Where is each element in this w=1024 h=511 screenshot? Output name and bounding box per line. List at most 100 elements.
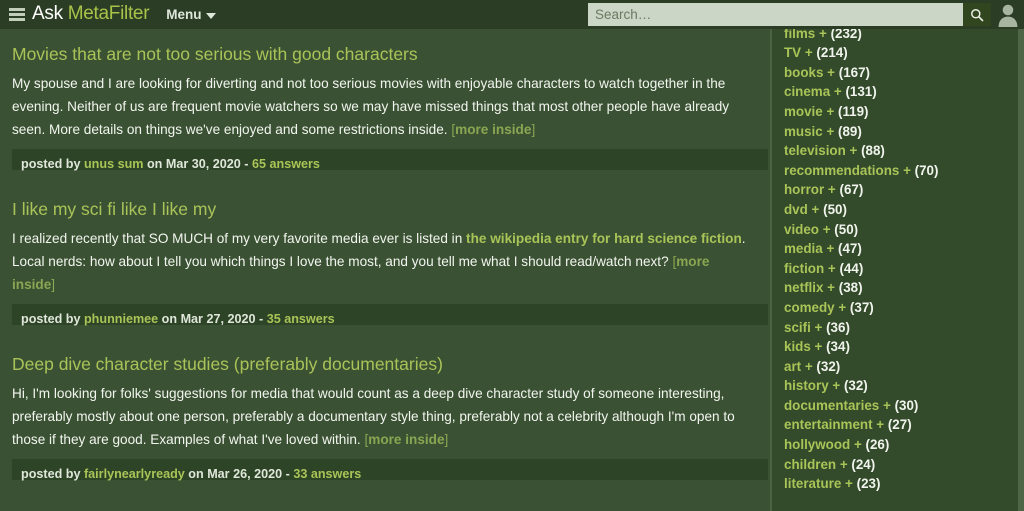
post-inline-link[interactable]: the wikipedia entry for hard science fic… <box>466 231 742 246</box>
tag-add-icon[interactable]: + <box>823 222 831 237</box>
posted-on-label: on <box>184 467 208 481</box>
site-logo[interactable]: Ask MetaFilter <box>32 3 150 25</box>
tag-link[interactable]: documentaries <box>784 398 879 413</box>
tag-link[interactable]: hollywood <box>784 437 850 452</box>
search-input[interactable] <box>588 3 963 26</box>
tag-link[interactable]: scifi <box>784 320 811 335</box>
tag-add-icon[interactable]: + <box>812 202 820 217</box>
tag-add-icon[interactable]: + <box>826 104 834 119</box>
tag-link[interactable]: cinema <box>784 84 830 99</box>
menu-button[interactable]: Menu <box>166 7 217 22</box>
tag-add-icon[interactable]: + <box>840 457 848 472</box>
tag-sidebar: resolved + (405)films + (232)TV + (214)b… <box>772 0 1018 511</box>
tag-count: (24) <box>851 456 876 472</box>
post-title-link[interactable]: Deep dive character studies (preferably … <box>10 339 756 382</box>
tag-count: (37) <box>849 299 874 315</box>
tag-add-icon[interactable]: + <box>828 261 836 276</box>
tag-add-icon[interactable]: + <box>850 143 858 158</box>
tag-add-icon[interactable]: + <box>827 280 835 295</box>
tag-item-literature: literature + (23) <box>782 474 1018 494</box>
tag-item-music: music + (89) <box>782 122 1018 142</box>
site-header: Ask MetaFilter Menu <box>0 0 1024 29</box>
tag-link[interactable]: TV <box>784 45 801 60</box>
tag-add-icon[interactable]: + <box>815 320 823 335</box>
tag-item-netflix: netflix + (38) <box>782 278 1018 298</box>
tag-link[interactable]: video <box>784 222 819 237</box>
tag-add-icon[interactable]: + <box>815 339 823 354</box>
post-summary-text: My spouse and I are looking for divertin… <box>12 76 730 137</box>
post-author-link[interactable]: fairlynearlyready <box>84 467 185 481</box>
more-inside-link[interactable]: more inside <box>368 432 444 447</box>
post-title-link[interactable]: Movies that are not too serious with goo… <box>10 29 756 72</box>
column-divider <box>770 29 772 511</box>
tag-link[interactable]: history <box>784 378 829 393</box>
tag-link[interactable]: comedy <box>784 300 835 315</box>
tag-add-icon[interactable]: + <box>903 163 911 178</box>
posted-by-label: posted by <box>21 157 84 171</box>
posted-on-label: on <box>158 312 181 326</box>
tag-link[interactable]: kids <box>784 339 811 354</box>
tag-item-horror: horror + (67) <box>782 180 1018 200</box>
hamburger-icon[interactable] <box>9 8 25 21</box>
tag-item-recommendations: recommendations + (70) <box>782 161 1018 181</box>
tag-add-icon[interactable]: + <box>838 300 846 315</box>
tag-count: (32) <box>816 358 841 374</box>
tag-add-icon[interactable]: + <box>826 124 834 139</box>
tag-add-icon[interactable]: + <box>827 65 835 80</box>
menu-button-label: Menu <box>166 7 202 22</box>
post-author-link[interactable]: unus sum <box>84 157 143 171</box>
post-meta-bar: posted by phunniemee on Mar 27, 2020 - 3… <box>12 304 768 326</box>
tag-count: (119) <box>838 103 869 119</box>
post-answers-link[interactable]: 35 answers <box>267 312 335 326</box>
post-author-link[interactable]: phunniemee <box>84 312 158 326</box>
tag-add-icon[interactable]: + <box>883 398 891 413</box>
post-summary: Hi, I'm looking for folks' suggestions f… <box>10 382 756 451</box>
tag-link[interactable]: art <box>784 359 801 374</box>
tag-link[interactable]: fiction <box>784 261 824 276</box>
chevron-down-icon <box>206 12 217 19</box>
post-item: Movies that are not too serious with goo… <box>0 29 770 171</box>
meta-dash: - <box>282 467 294 481</box>
tag-list: resolved + (405)films + (232)TV + (214)b… <box>782 4 1018 494</box>
post-item: Deep dive character studies (preferably … <box>0 339 770 481</box>
tag-link[interactable]: recommendations <box>784 163 899 178</box>
tag-link[interactable]: children <box>784 457 836 472</box>
tag-link[interactable]: entertainment <box>784 417 873 432</box>
tag-link[interactable]: dvd <box>784 202 808 217</box>
tag-link[interactable]: media <box>784 241 823 256</box>
tag-add-icon[interactable]: + <box>854 437 862 452</box>
tag-count: (88) <box>861 143 885 159</box>
post-list: Movies that are not too serious with goo… <box>0 29 770 511</box>
tag-count: (67) <box>839 182 864 198</box>
tag-add-icon[interactable]: + <box>834 84 842 99</box>
user-avatar-icon[interactable] <box>997 2 1019 27</box>
tag-add-icon[interactable]: + <box>876 417 884 432</box>
tag-item-fiction: fiction + (44) <box>782 259 1018 279</box>
tag-count: (214) <box>816 45 848 61</box>
tag-link[interactable]: television <box>784 143 846 158</box>
post-summary-text: I realized recently that SO MUCH of my v… <box>12 231 467 246</box>
tag-link[interactable]: books <box>784 65 823 80</box>
post-answers-link[interactable]: 33 answers <box>293 467 361 481</box>
tag-link[interactable]: music <box>784 124 823 139</box>
tag-add-icon[interactable]: + <box>826 241 834 256</box>
tag-add-icon[interactable]: + <box>832 378 840 393</box>
tag-link[interactable]: movie <box>784 104 823 119</box>
tag-count: (167) <box>838 64 870 80</box>
search-button[interactable] <box>963 3 991 26</box>
post-answers-link[interactable]: 65 answers <box>252 157 320 171</box>
tag-item-media: media + (47) <box>782 239 1018 259</box>
post-meta-bar: posted by fairlynearlyready on Mar 26, 2… <box>12 459 768 481</box>
tag-item-hollywood: hollywood + (26) <box>782 435 1018 455</box>
tag-link[interactable]: netflix <box>784 280 823 295</box>
tag-link[interactable]: literature <box>784 476 841 491</box>
more-inside-link[interactable]: more inside <box>455 122 531 137</box>
tag-add-icon[interactable]: + <box>828 182 836 197</box>
tag-link[interactable]: horror <box>784 182 824 197</box>
tag-add-icon[interactable]: + <box>845 476 853 491</box>
post-title-link[interactable]: I like my sci fi like I like my <box>10 184 756 227</box>
page-scrollbar[interactable] <box>1018 29 1024 511</box>
tag-add-icon[interactable]: + <box>805 45 813 60</box>
posted-on-label: on <box>143 157 166 171</box>
tag-add-icon[interactable]: + <box>805 359 813 374</box>
